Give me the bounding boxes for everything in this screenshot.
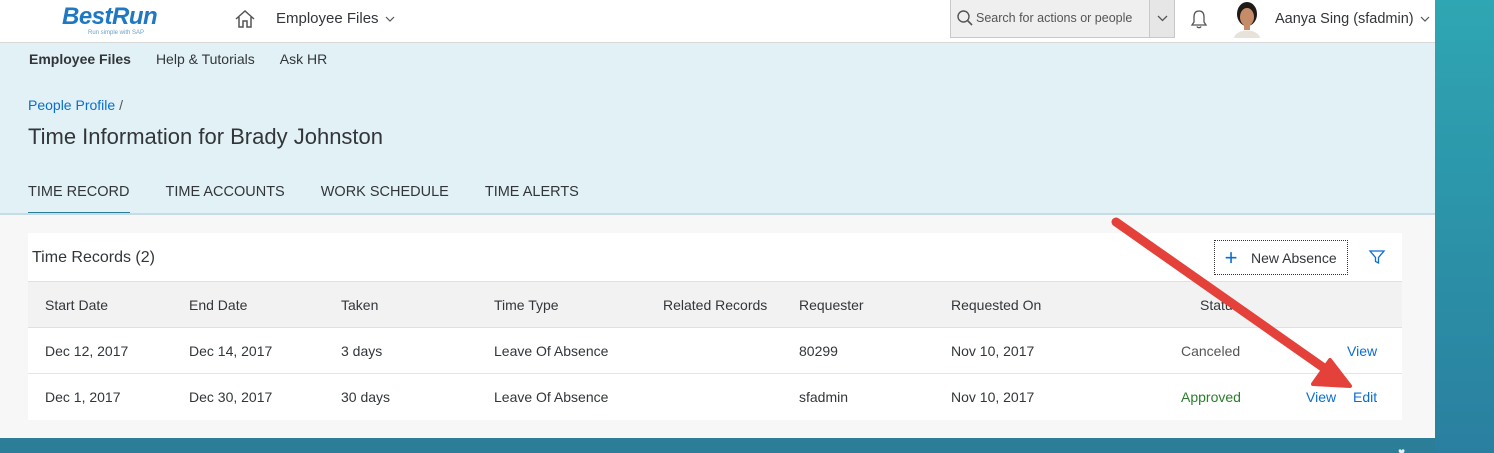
company-logo[interactable]: BestRun Run simple with SAP xyxy=(62,4,162,38)
brand-tagline: Run simple with SAP xyxy=(88,30,145,36)
search-icon[interactable] xyxy=(956,9,974,27)
avatar[interactable] xyxy=(1230,0,1264,38)
status-badge: Canceled xyxy=(1181,342,1241,359)
plus-icon: + xyxy=(1224,244,1238,270)
table-header-row: Start Date End Date Taken Time Type Rela… xyxy=(28,281,1402,328)
cell-requester: sfadmin xyxy=(799,389,849,405)
search-scope-dropdown[interactable] xyxy=(1149,0,1174,37)
column-header-related-records[interactable]: Related Records xyxy=(663,282,767,327)
user-name: Aanya Sing (sfadmin) xyxy=(1275,11,1414,27)
cell-taken: 3 days xyxy=(341,342,383,359)
cell-end-date: Dec 30, 2017 xyxy=(189,389,273,405)
cell-requested-on: Nov 10, 2017 xyxy=(951,389,1035,405)
chevron-down-icon xyxy=(1420,16,1430,22)
search-box xyxy=(950,0,1175,38)
view-link[interactable]: View xyxy=(1347,328,1377,373)
sub-navigation: Employee Files Help & Tutorials Ask HR xyxy=(29,51,327,67)
subnav-item-ask-hr[interactable]: Ask HR xyxy=(280,51,327,67)
tab-time-record[interactable]: TIME RECORD xyxy=(28,184,130,215)
bottom-strip xyxy=(0,438,1435,453)
app-window: BestRun Run simple with SAP Employee Fil… xyxy=(0,0,1435,438)
cell-start-date: Dec 1, 2017 xyxy=(45,389,121,405)
table-row: Dec 1, 2017 Dec 30, 2017 30 days Leave O… xyxy=(28,374,1402,420)
column-header-requester[interactable]: Requester xyxy=(799,282,864,327)
corner-icon: ♥ xyxy=(1398,445,1406,453)
home-icon[interactable] xyxy=(234,9,256,29)
cell-end-date: Dec 14, 2017 xyxy=(189,342,273,359)
cell-time-type: Leave Of Absence xyxy=(494,389,609,405)
tab-bar: TIME RECORD TIME ACCOUNTS WORK SCHEDULE … xyxy=(28,184,579,215)
view-link[interactable]: View xyxy=(1306,374,1336,420)
column-header-time-type[interactable]: Time Type xyxy=(494,282,559,327)
shell-bar: BestRun Run simple with SAP Employee Fil… xyxy=(0,0,1435,43)
time-records-title: Time Records (2) xyxy=(32,249,155,266)
breadcrumb-separator: / xyxy=(119,97,124,113)
search-input[interactable] xyxy=(976,8,1146,28)
chevron-down-icon xyxy=(1157,15,1168,22)
cell-requested-on: Nov 10, 2017 xyxy=(951,342,1035,359)
brand-name: BestRun xyxy=(62,3,158,30)
tab-time-accounts[interactable]: TIME ACCOUNTS xyxy=(166,184,285,215)
column-header-status[interactable]: Status xyxy=(1200,282,1240,327)
edit-link[interactable]: Edit xyxy=(1353,374,1377,420)
tab-work-schedule[interactable]: WORK SCHEDULE xyxy=(321,184,449,215)
module-menu[interactable]: Employee Files xyxy=(276,10,395,27)
time-records-table: Start Date End Date Taken Time Type Rela… xyxy=(28,281,1402,420)
cell-taken: 30 days xyxy=(341,389,391,405)
bottom-panel xyxy=(28,438,1402,453)
cell-requester: 80299 xyxy=(799,342,838,359)
cell-time-type: Leave Of Absence xyxy=(494,342,609,359)
new-absence-button[interactable]: + New Absence xyxy=(1214,240,1348,275)
subnav-item-help-tutorials[interactable]: Help & Tutorials xyxy=(156,51,255,67)
filter-icon[interactable] xyxy=(1368,248,1386,266)
module-menu-label: Employee Files xyxy=(276,10,379,27)
column-header-taken[interactable]: Taken xyxy=(341,282,378,327)
cell-start-date: Dec 12, 2017 xyxy=(45,342,129,359)
table-row: Dec 12, 2017 Dec 14, 2017 3 days Leave O… xyxy=(28,328,1402,374)
column-header-end-date[interactable]: End Date xyxy=(189,282,247,327)
status-badge: Approved xyxy=(1181,389,1241,405)
breadcrumb: People Profile / xyxy=(28,97,123,113)
column-header-start-date[interactable]: Start Date xyxy=(45,282,108,327)
page-header: Employee Files Help & Tutorials Ask HR P… xyxy=(0,43,1435,215)
main-content: Time Records (2) + New Absence Start Dat… xyxy=(0,215,1435,438)
user-menu[interactable]: Aanya Sing (sfadmin) xyxy=(1275,11,1430,27)
time-records-card: Time Records (2) + New Absence Start Dat… xyxy=(28,233,1402,420)
new-absence-label: New Absence xyxy=(1251,249,1337,266)
chevron-down-icon xyxy=(385,16,394,22)
breadcrumb-people-profile[interactable]: People Profile xyxy=(28,97,115,113)
tab-time-alerts[interactable]: TIME ALERTS xyxy=(485,184,579,215)
bell-icon[interactable] xyxy=(1188,8,1210,30)
subnav-item-employee-files[interactable]: Employee Files xyxy=(29,51,131,67)
page-title: Time Information for Brady Johnston xyxy=(28,124,384,149)
column-header-requested-on[interactable]: Requested On xyxy=(951,282,1041,327)
